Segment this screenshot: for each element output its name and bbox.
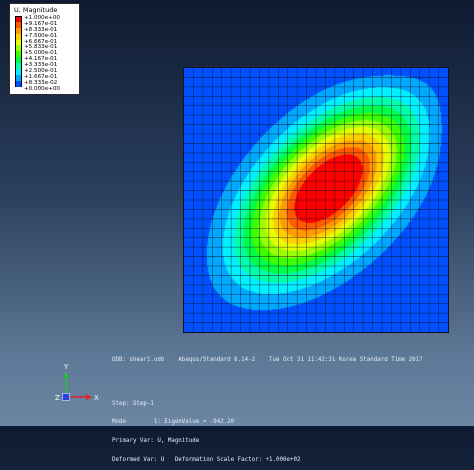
x-axis-arrowhead [86, 394, 92, 400]
legend-row: +0.000e+00 [15, 85, 79, 93]
status-primary-var: Primary Var: U, Magnitude [112, 438, 200, 445]
odb-info-line: ODB: shear1.odb Abaqus/Standard 6.14-2 T… [112, 357, 423, 363]
mesh-grid [184, 68, 448, 332]
z-axis-marker [62, 393, 70, 401]
legend-scale: +1.000e+00 +9.167e-01 +8.333e-01 +7.500e-01… [15, 15, 79, 93]
contour-legend: U, Magnitude +1.000e+00 +9.167e-01 +8.333e… [9, 3, 80, 95]
y-axis-label: Y [63, 363, 69, 371]
legend-value: +0.000e+00 [24, 85, 60, 92]
legend-title: U, Magnitude [14, 6, 58, 14]
y-axis-arrowhead [63, 372, 69, 378]
x-axis-label: X [94, 394, 99, 402]
status-mode: Mode 1: EigenValue = -942.20 [112, 419, 235, 426]
z-axis-label: Z [55, 394, 60, 402]
contour-plot-viewport[interactable] [183, 67, 449, 333]
status-step: Step: Step-1 [112, 400, 154, 407]
coordinate-triad: Y X Z [55, 363, 99, 402]
step-status-block: Step: Step-1 Mode 1: EigenValue = -942.2… [112, 388, 300, 470]
status-deformed-var: Deformed Var: U Deformation Scale Factor… [112, 457, 301, 464]
